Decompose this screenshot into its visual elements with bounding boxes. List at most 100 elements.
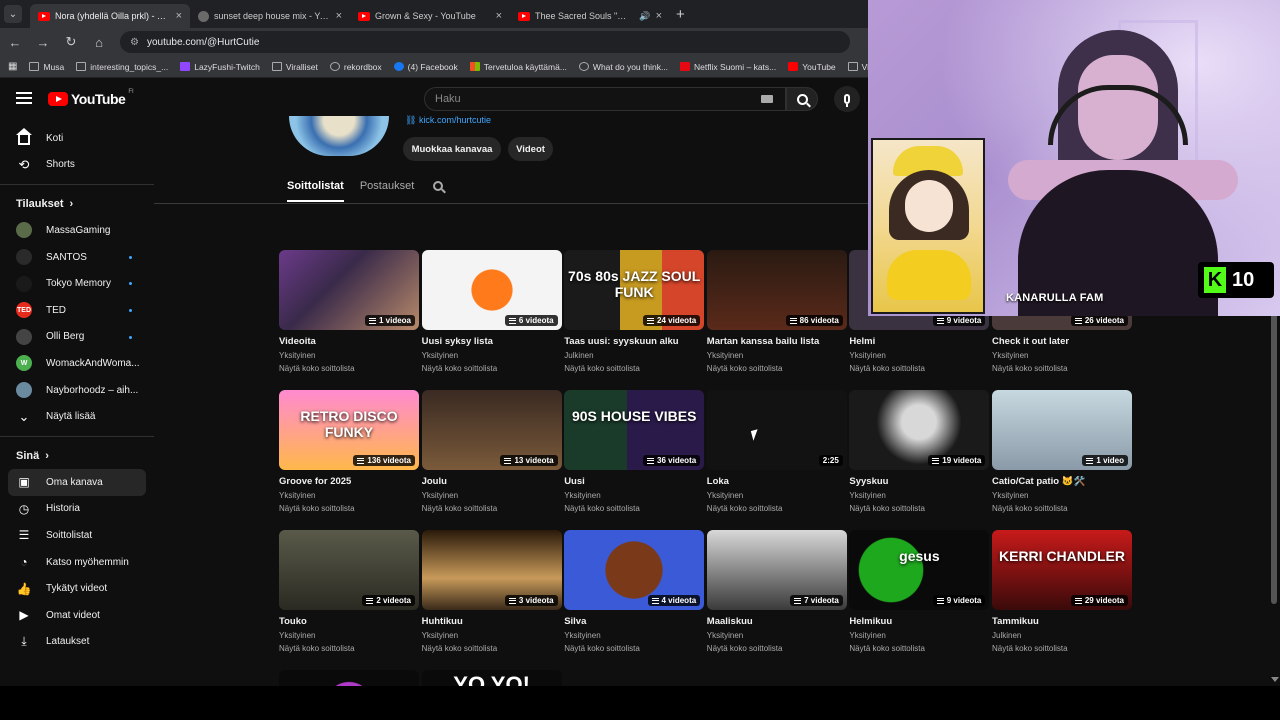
playlist-card[interactable]: 86 videota Martan kanssa bailu lista Yksit… xyxy=(706,246,847,373)
playlist-card[interactable]: 1 video Catio/Cat patio 🐱🛠️ Yksityinen Näyt… xyxy=(992,386,1132,513)
playlist-thumbnail[interactable]: 3 videota xyxy=(421,530,562,610)
playlist-title[interactable]: Maaliskuu xyxy=(707,616,847,627)
playlist-title[interactable]: Helmi xyxy=(849,336,989,347)
playlist-title[interactable]: Silva xyxy=(564,616,704,627)
playlist-card[interactable]: 4 videota Silva Yksityinen Näytä koko soitt… xyxy=(564,526,705,653)
browser-tab[interactable]: Nora (yhdellä Oilla prkl) - YouTube × xyxy=(30,4,190,28)
playlist-card[interactable]: 7 videota Maaliskuu Yksityinen Näytä koko s… xyxy=(706,526,847,653)
sidebar-item-history[interactable]: ◷ Historia xyxy=(0,496,154,523)
playlist-thumbnail[interactable]: 70s 80s JAZZ SOUL FUNK 24 videota xyxy=(564,250,705,330)
playlist-title[interactable]: Joulu xyxy=(422,476,562,487)
search-button[interactable] xyxy=(786,87,818,111)
sidebar-item-channel[interactable]: ▣ Oma kanava xyxy=(8,468,146,496)
edit-channel-button[interactable]: Muokkaa kanavaa xyxy=(403,137,501,161)
view-full-playlist-link[interactable]: Näytä koko soittolista xyxy=(564,364,704,373)
videos-button[interactable]: Videot xyxy=(508,137,553,161)
close-tab-icon[interactable]: × xyxy=(656,10,662,22)
close-tab-icon[interactable]: × xyxy=(336,10,342,22)
browser-tab[interactable]: sunset deep house mix - YouTube × xyxy=(190,4,350,28)
bookmark-item[interactable]: LazyFushi-Twitch xyxy=(180,62,260,72)
view-full-playlist-link[interactable]: Näytä koko soittolista xyxy=(992,504,1132,513)
view-full-playlist-link[interactable]: Näytä koko soittolista xyxy=(992,644,1132,653)
playlist-thumbnail[interactable]: 2:25 xyxy=(706,390,847,470)
playlist-card[interactable]: 2:25 Loka Yksityinen Näytä koko soittolista xyxy=(706,386,847,513)
playlist-thumbnail[interactable]: 13 videota xyxy=(421,390,562,470)
playlist-title[interactable]: Uusi xyxy=(564,476,704,487)
playlist-card[interactable]: 13 videota Joulu Yksityinen Näytä koko soit… xyxy=(421,386,562,513)
view-full-playlist-link[interactable]: Näytä koko soittolista xyxy=(849,504,989,513)
playlist-card[interactable]: 3 videota Huhtikuu Yksityinen Näytä koko so… xyxy=(421,526,562,653)
search-input[interactable]: Haku xyxy=(424,87,786,111)
bookmark-item[interactable]: What do you think... xyxy=(578,62,668,72)
playlist-title[interactable]: Touko xyxy=(279,616,419,627)
forward-arrow-icon[interactable]: → xyxy=(36,35,50,50)
sidebar-item-subscription[interactable]: Olli Berg xyxy=(0,324,154,351)
playlist-title[interactable]: Helmikuu xyxy=(849,616,989,627)
view-full-playlist-link[interactable]: Näytä koko soittolista xyxy=(422,504,562,513)
view-full-playlist-link[interactable]: Näytä koko soittolista xyxy=(279,644,419,653)
view-full-playlist-link[interactable]: Näytä koko soittolista xyxy=(279,504,419,513)
playlist-thumbnail[interactable]: 1 video xyxy=(992,390,1132,470)
bookmark-item[interactable]: Netflix Suomi – kats... xyxy=(680,62,776,72)
subscriptions-heading[interactable]: Tilaukset › xyxy=(0,191,154,217)
bookmark-item[interactable]: Musa xyxy=(29,62,64,72)
playlist-card[interactable]: gesus 9 videota Helmikuu Yksityinen Näytä ko… xyxy=(849,526,990,653)
sidebar-item-download[interactable]: ⤓ Lataukset xyxy=(0,629,154,656)
bookmark-item[interactable]: Viralliset xyxy=(271,62,318,72)
site-info-icon[interactable]: ⚙ xyxy=(130,37,139,48)
playlist-thumbnail[interactable]: 6 videota xyxy=(421,250,562,330)
apps-grid-icon[interactable]: ▦ xyxy=(8,61,17,72)
playlist-card[interactable]: 2 videota Touko Yksityinen Näytä koko soitt… xyxy=(279,526,419,653)
scrollbar-thumb[interactable] xyxy=(1271,314,1277,604)
playlist-thumbnail[interactable]: KERRI CHANDLER 29 videota xyxy=(992,530,1132,610)
back-arrow-icon[interactable]: ← xyxy=(8,35,22,50)
playlist-thumbnail[interactable]: 19 videota xyxy=(849,390,990,470)
page-scrollbar[interactable] xyxy=(1268,314,1278,684)
view-full-playlist-link[interactable]: Näytä koko soittolista xyxy=(707,504,847,513)
view-full-playlist-link[interactable]: Näytä koko soittolista xyxy=(422,644,562,653)
playlist-card[interactable]: KERRI CHANDLER 29 videota Tammikuu Julkinen… xyxy=(992,526,1132,653)
voice-search-button[interactable] xyxy=(834,86,860,112)
menu-hamburger-icon[interactable] xyxy=(16,92,32,104)
browser-tab[interactable]: Grown & Sexy - YouTube × xyxy=(350,4,510,28)
playlist-thumbnail[interactable]: 86 videota xyxy=(706,250,847,330)
playlist-thumbnail[interactable]: gesus 9 videota xyxy=(849,530,990,610)
close-tab-icon[interactable]: × xyxy=(176,10,182,22)
bookmark-item[interactable]: rekordbox xyxy=(329,62,382,72)
bookmark-item[interactable]: Virallin xyxy=(847,62,868,72)
playlist-title[interactable]: Syyskuu xyxy=(849,476,989,487)
playlist-title[interactable]: Loka xyxy=(707,476,847,487)
sidebar-item-playlists[interactable]: ☰ Soittolistat xyxy=(0,522,154,549)
youtube-logo[interactable]: YouTube FI xyxy=(48,89,134,107)
close-tab-icon[interactable]: × xyxy=(496,10,502,22)
playlist-title[interactable]: Martan kanssa bailu lista xyxy=(707,336,847,347)
show-more-button[interactable]: ⌄ Näytä lisää xyxy=(0,403,154,430)
scroll-down-arrow-icon[interactable] xyxy=(1271,677,1279,682)
sidebar-item-watch-later[interactable]: ◔ Katso myöhemmin xyxy=(0,549,154,576)
playlist-title[interactable]: Tammikuu xyxy=(992,616,1132,627)
playlist-card[interactable]: 19 videota Syyskuu Yksityinen Näytä koko so… xyxy=(849,386,990,513)
bookmark-item[interactable]: (4) Facebook xyxy=(393,62,458,72)
browser-tab[interactable]: Thee Sacred Souls "Will I See... 🔊 × xyxy=(510,4,670,28)
sidebar-item-subscription[interactable]: W WomackAndWoma... xyxy=(0,350,154,377)
playlist-thumbnail[interactable]: 7 videota xyxy=(706,530,847,610)
sidebar-item-my-videos[interactable]: ▶ Omat videot xyxy=(0,602,154,629)
reload-icon[interactable]: ↻ xyxy=(64,34,78,50)
sidebar-item-subscription[interactable]: MassaGaming xyxy=(0,217,154,244)
you-heading[interactable]: Sinä › xyxy=(0,443,154,469)
playlist-card[interactable]: 70s 80s JAZZ SOUL FUNK 24 videota Taas uus… xyxy=(564,246,705,373)
playlist-card[interactable]: RETRO DISCO FUNKY 136 videota Groove for 2… xyxy=(279,386,419,513)
sidebar-item-subscription[interactable]: TED TED xyxy=(0,297,154,324)
playlist-thumbnail[interactable]: 2 videota xyxy=(279,530,419,610)
home-button-icon[interactable]: ⌂ xyxy=(92,35,106,50)
sidebar-item-shorts[interactable]: ⟲ Shorts xyxy=(0,152,154,179)
sidebar-item-subscription[interactable]: Tokyo Memory xyxy=(0,270,154,297)
keyboard-icon[interactable] xyxy=(761,95,773,103)
view-full-playlist-link[interactable]: Näytä koko soittolista xyxy=(707,644,847,653)
channel-search-button[interactable] xyxy=(433,180,443,194)
view-full-playlist-link[interactable]: Näytä koko soittolista xyxy=(422,364,562,373)
playlist-title[interactable]: Check it out later xyxy=(992,336,1132,347)
playlist-thumbnail[interactable]: 1 videoa xyxy=(279,250,419,330)
playlist-title[interactable]: Groove for 2025 xyxy=(279,476,419,487)
playlist-title[interactable]: Uusi syksy lista xyxy=(422,336,562,347)
